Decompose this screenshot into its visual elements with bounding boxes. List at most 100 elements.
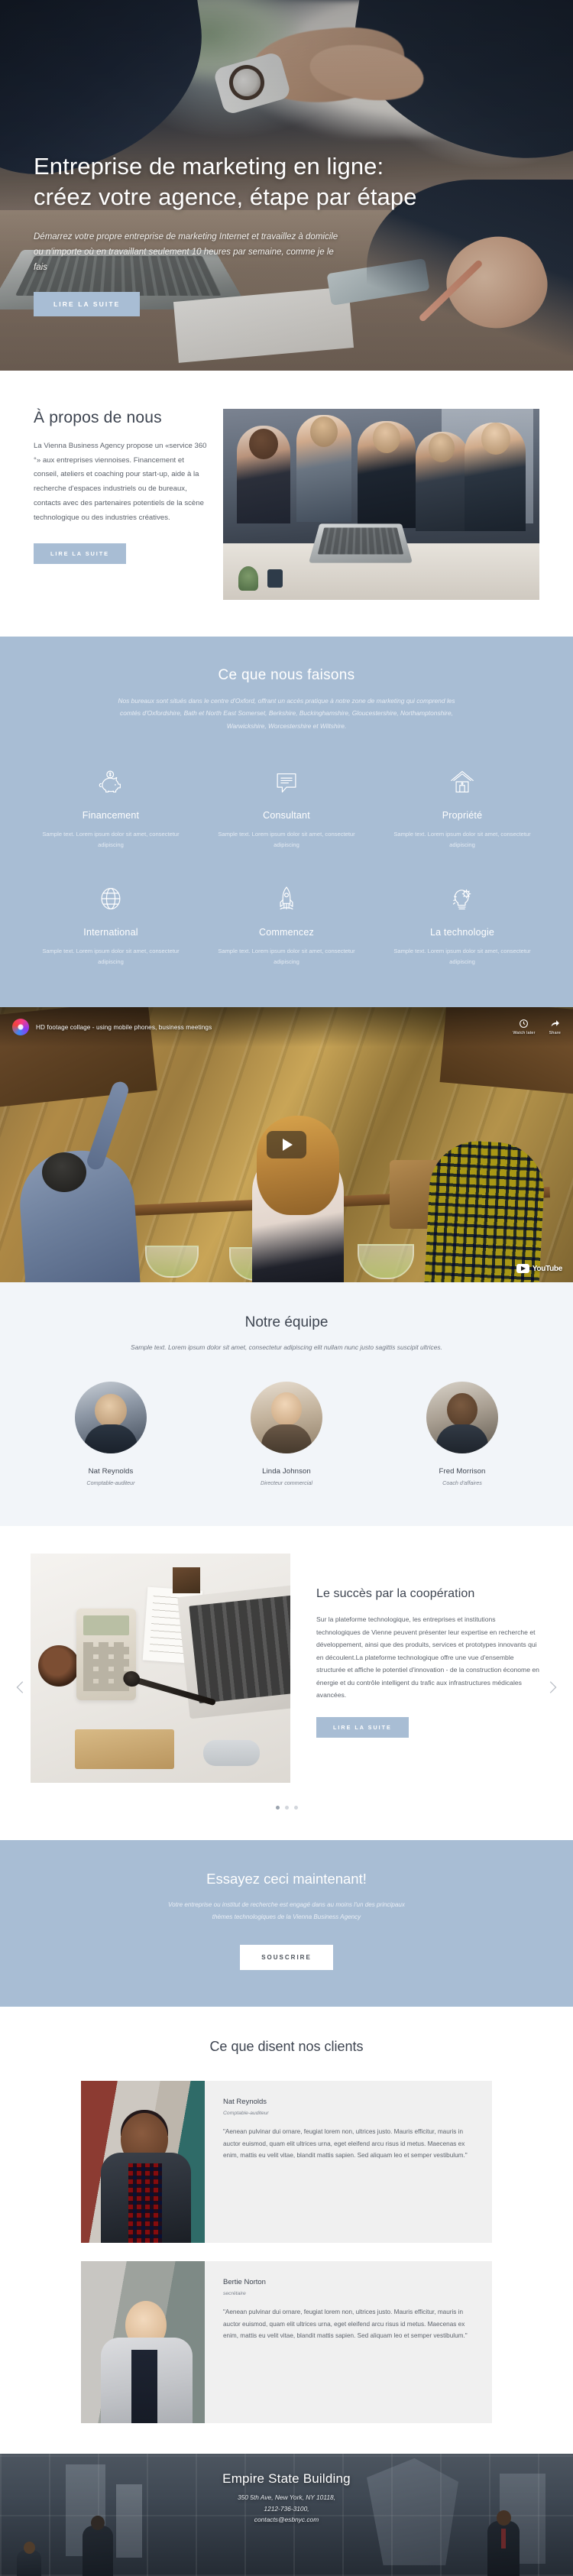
slider-dots	[0, 1806, 573, 1810]
rocket-icon	[212, 881, 361, 916]
success-title: Le succès par la coopération	[316, 1587, 475, 1601]
slider-prev-arrow[interactable]	[12, 1679, 29, 1696]
footer-email[interactable]: contacts@esbnyc.com	[254, 2514, 319, 2526]
team-section: Notre équipe Sample text. Lorem ipsum do…	[0, 1282, 573, 1527]
youtube-watermark[interactable]: YouTube	[516, 1264, 562, 1274]
service-item-commencez[interactable]: Commencez Sample text. Lorem ipsum dolor…	[199, 881, 374, 967]
watch-later-button[interactable]: Watch later	[513, 1019, 535, 1035]
testimonial-body: Nat Reynolds Comptable-auditeur "Aenean …	[205, 2080, 492, 2243]
about-title: À propos de nous	[34, 409, 162, 426]
speech-bubble-icon	[212, 764, 361, 799]
lightbulb-gear-icon	[388, 881, 536, 916]
share-button[interactable]: Share	[549, 1019, 561, 1035]
video-actions: Watch later Share	[513, 1019, 561, 1035]
hero-read-more-button[interactable]: LIRE LA SUITE	[34, 291, 141, 316]
share-arrow-icon	[551, 1020, 559, 1027]
about-text-column: À propos de nous La Vienna Business Agen…	[34, 409, 223, 565]
service-desc: Sample text. Lorem ipsum dolor sit amet,…	[393, 831, 531, 849]
testimonial-name: Nat Reynolds	[223, 2097, 267, 2106]
team-member-card[interactable]: Linda Johnson Directeur commercial	[199, 1382, 374, 1486]
services-subtitle: Nos bureaux sont situés dans le centre d…	[118, 697, 455, 730]
team-member-name: Nat Reynolds	[88, 1467, 134, 1476]
team-member-card[interactable]: Nat Reynolds Comptable-auditeur	[23, 1382, 199, 1486]
cta-subtitle: Votre entreprise ou institut de recherch…	[168, 1901, 405, 1921]
share-label: Share	[549, 1031, 561, 1036]
about-text: La Vienna Business Agency propose un «se…	[34, 442, 207, 522]
service-name: La technologie	[429, 927, 495, 938]
footer-address: 350 5th Ave, New York, NY 10118,	[237, 2493, 336, 2501]
avatar	[426, 1382, 498, 1454]
service-item-international[interactable]: International Sample text. Lorem ipsum d…	[23, 881, 199, 967]
piggy-bank-icon	[37, 764, 185, 799]
service-item-propriete[interactable]: Propriété Sample text. Lorem ipsum dolor…	[374, 764, 550, 851]
team-member-role: Coach d'affaires	[442, 1479, 482, 1487]
avatar	[75, 1382, 147, 1454]
service-item-technologie[interactable]: La technologie Sample text. Lorem ipsum …	[374, 881, 550, 967]
testimonial-card: Bertie Norton secrétaire "Aenean pulvina…	[81, 2260, 492, 2423]
testimonial-quote: "Aenean pulvinar dui ornare, feugiat lor…	[223, 2308, 468, 2340]
about-team-photo	[223, 409, 539, 600]
video-play-button[interactable]	[267, 1131, 306, 1159]
channel-avatar-icon[interactable]	[12, 1019, 29, 1036]
service-desc: Sample text. Lorem ipsum dolor sit amet,…	[393, 948, 531, 966]
testimonial-photo	[81, 2080, 205, 2243]
service-desc: Sample text. Lorem ipsum dolor sit amet,…	[218, 948, 355, 966]
testimonial-quote: "Aenean pulvinar dui ornare, feugiat lor…	[223, 2127, 468, 2160]
video-title[interactable]: HD footage collage - using mobile phones…	[36, 1024, 513, 1031]
service-item-consultant[interactable]: Consultant Sample text. Lorem ipsum dolo…	[199, 764, 374, 851]
footer-title: Empire State Building	[222, 2471, 351, 2486]
services-grid: Financement Sample text. Lorem ipsum dol…	[23, 764, 550, 967]
house-icon	[388, 764, 536, 799]
success-text: Sur la plateforme technologique, les ent…	[316, 1615, 539, 1700]
testimonial-body: Bertie Norton secrétaire "Aenean pulvina…	[205, 2260, 492, 2423]
youtube-play-icon	[516, 1264, 529, 1274]
team-title: Notre équipe	[244, 1314, 329, 1331]
testimonials-list: Nat Reynolds Comptable-auditeur "Aenean …	[0, 2080, 573, 2423]
success-slide: Le succès par la coopération Sur la plat…	[0, 1554, 573, 1784]
service-desc: Sample text. Lorem ipsum dolor sit amet,…	[42, 948, 180, 966]
team-member-name: Linda Johnson	[262, 1467, 311, 1476]
testimonials-section: Ce que disent nos clients Nat Reynolds C…	[0, 2006, 573, 2454]
footer-phone[interactable]: 1212-736-3100,	[264, 2503, 309, 2515]
success-read-more-button[interactable]: LIRE LA SUITE	[316, 1716, 409, 1738]
service-name: International	[83, 927, 138, 938]
testimonial-photo	[81, 2260, 205, 2423]
hero-content: Entreprise de marketing en ligne: créez …	[34, 151, 431, 316]
testimonial-role: secrétaire	[223, 2290, 246, 2296]
subscribe-cta-section: Essayez ceci maintenant! Votre entrepris…	[0, 1840, 573, 2007]
team-grid: Nat Reynolds Comptable-auditeur Linda Jo…	[23, 1382, 550, 1486]
service-desc: Sample text. Lorem ipsum dolor sit amet,…	[42, 831, 180, 849]
success-slider-section: Le succès par la coopération Sur la plat…	[0, 1526, 573, 1841]
testimonials-title: Ce que disent nos clients	[209, 2038, 364, 2054]
watch-later-label: Watch later	[513, 1031, 536, 1036]
success-text-column: Le succès par la coopération Sur la plat…	[290, 1554, 558, 1738]
team-member-role: Directeur commercial	[261, 1479, 312, 1487]
service-desc: Sample text. Lorem ipsum dolor sit amet,…	[218, 831, 355, 849]
testimonial-role: Comptable-auditeur	[223, 2110, 269, 2116]
service-name: Consultant	[263, 810, 310, 821]
services-title: Ce que nous faisons	[218, 667, 355, 683]
service-name: Financement	[82, 810, 140, 821]
hero-title: Entreprise de marketing en ligne: créez …	[34, 153, 417, 211]
slider-dot[interactable]	[284, 1806, 289, 1810]
testimonial-card: Nat Reynolds Comptable-auditeur "Aenean …	[81, 2080, 492, 2243]
clock-icon	[520, 1019, 529, 1029]
success-desk-photo	[31, 1554, 290, 1784]
team-member-card[interactable]: Fred Morrison Coach d'affaires	[374, 1382, 550, 1486]
testimonial-name: Bertie Norton	[223, 2277, 266, 2286]
slider-next-arrow[interactable]	[544, 1679, 561, 1696]
about-image-column	[223, 409, 539, 600]
hero-section: Entreprise de marketing en ligne: créez …	[0, 0, 573, 371]
video-section[interactable]: HD footage collage - using mobile phones…	[0, 1007, 573, 1283]
avatar	[251, 1382, 322, 1454]
service-item-financement[interactable]: Financement Sample text. Lorem ipsum dol…	[23, 764, 199, 851]
subscribe-button[interactable]: SOUSCRIRE	[240, 1944, 333, 1970]
slider-dot[interactable]	[293, 1806, 298, 1810]
about-section: À propos de nous La Vienna Business Agen…	[0, 371, 573, 637]
hero-subtitle: Démarrez votre propre entreprise de mark…	[34, 232, 338, 272]
service-name: Commencez	[259, 927, 314, 938]
cta-title: Essayez ceci maintenant!	[206, 1871, 367, 1887]
slider-dot[interactable]	[275, 1806, 280, 1810]
about-read-more-button[interactable]: LIRE LA SUITE	[34, 543, 126, 565]
team-member-role: Comptable-auditeur	[86, 1479, 135, 1487]
